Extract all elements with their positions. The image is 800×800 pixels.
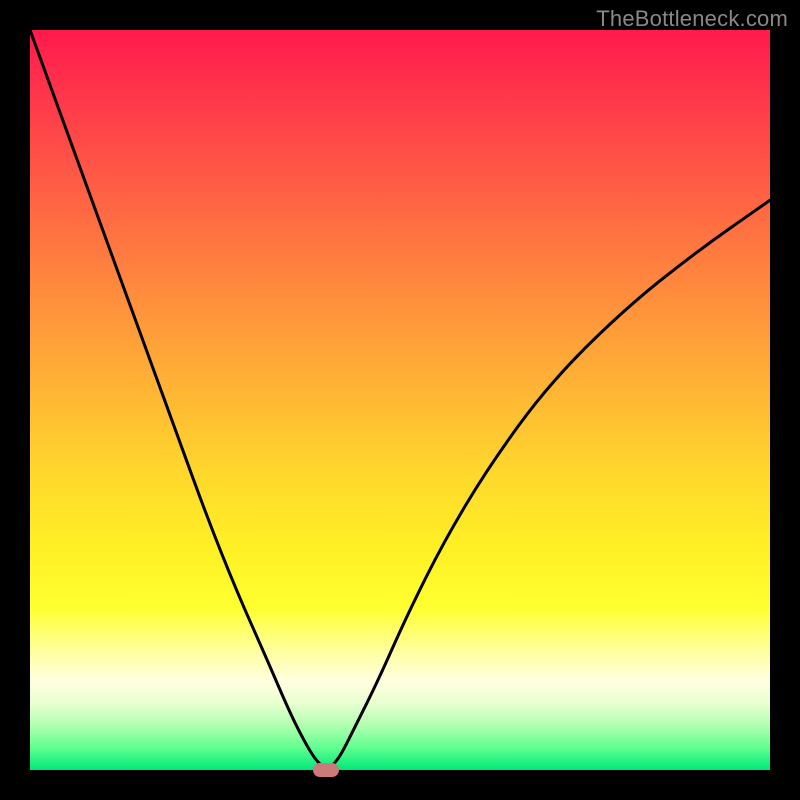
chart-container: TheBottleneck.com	[0, 0, 800, 800]
line-curve	[30, 30, 770, 770]
watermark-text: TheBottleneck.com	[596, 6, 788, 32]
plot-area	[30, 30, 770, 770]
minimum-marker	[313, 763, 339, 777]
